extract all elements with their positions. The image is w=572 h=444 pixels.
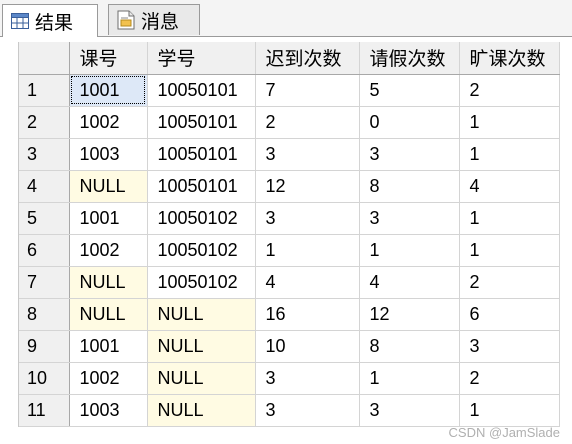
table-cell[interactable]: 3 <box>255 394 360 427</box>
table-cell[interactable]: 7 <box>255 74 360 107</box>
row-number[interactable]: 9 <box>19 330 70 363</box>
table-cell[interactable]: 4 <box>255 266 360 299</box>
table-cell[interactable]: NULL <box>147 362 256 395</box>
table-row[interactable]: 5 1001 10050102 3 3 1 <box>19 202 560 235</box>
row-number[interactable]: 2 <box>19 106 70 139</box>
table-cell[interactable]: 10050101 <box>147 106 256 139</box>
table-cell[interactable]: NULL <box>147 394 256 427</box>
table-cell[interactable]: 1 <box>359 362 460 395</box>
row-number[interactable]: 6 <box>19 234 70 267</box>
table-row[interactable]: 9 1001 NULL 10 8 3 <box>19 330 560 363</box>
grid-body: 1 1001 10050101 7 5 2 2 1002 10050101 2 0 1 3 1003 100… <box>19 74 560 427</box>
grid-icon <box>11 13 29 29</box>
watermark: CSDN @JamSlade <box>448 425 560 440</box>
table-row[interactable]: 8 NULL NULL 16 12 6 <box>19 298 560 331</box>
column-header[interactable]: 迟到次数 <box>255 42 360 75</box>
table-cell[interactable]: NULL <box>147 298 256 331</box>
column-header[interactable]: 学号 <box>147 42 256 75</box>
table-cell[interactable]: 8 <box>359 330 460 363</box>
column-header[interactable]: 请假次数 <box>359 42 460 75</box>
tab-results-label: 结果 <box>35 12 74 34</box>
table-cell[interactable]: NULL <box>69 170 148 203</box>
table-cell[interactable]: 2 <box>255 106 360 139</box>
header-row: 课号 学号 迟到次数 请假次数 旷课次数 <box>19 42 560 75</box>
table-row[interactable]: 7 NULL 10050102 4 4 2 <box>19 266 560 299</box>
table-cell[interactable]: 1002 <box>69 106 148 139</box>
table-cell[interactable]: 10050102 <box>147 234 256 267</box>
table-cell[interactable]: 1 <box>359 234 460 267</box>
results-grid: 课号 学号 迟到次数 请假次数 旷课次数 1 1001 10050101 7 5 2 2 10… <box>18 42 560 427</box>
table-row[interactable]: 4 NULL 10050101 12 8 4 <box>19 170 560 203</box>
row-number[interactable]: 10 <box>19 362 70 395</box>
column-header[interactable]: 旷课次数 <box>459 42 560 75</box>
table-cell[interactable]: 1003 <box>69 138 148 171</box>
corner-cell[interactable] <box>19 42 70 75</box>
table-cell[interactable]: 3 <box>255 138 360 171</box>
table-cell[interactable]: NULL <box>69 298 148 331</box>
column-header[interactable]: 课号 <box>69 42 148 75</box>
table-row[interactable]: 11 1003 NULL 3 3 1 <box>19 394 560 427</box>
table-cell[interactable]: 3 <box>255 202 360 235</box>
table-cell[interactable]: 10050101 <box>147 74 256 107</box>
table-cell[interactable]: 12 <box>359 298 460 331</box>
table-cell[interactable]: 2 <box>459 74 560 107</box>
table-cell[interactable]: 1002 <box>69 234 148 267</box>
table-cell[interactable]: 10050102 <box>147 202 256 235</box>
table-cell[interactable]: 2 <box>459 266 560 299</box>
results-tab-bar: 结果 消息 <box>0 0 572 37</box>
row-number[interactable]: 1 <box>19 74 70 107</box>
table-cell[interactable]: NULL <box>69 266 148 299</box>
table-row[interactable]: 10 1002 NULL 3 1 2 <box>19 362 560 395</box>
table-cell[interactable]: 4 <box>459 170 560 203</box>
table-cell[interactable]: 1001 <box>69 74 148 107</box>
table-cell[interactable]: 10050102 <box>147 266 256 299</box>
row-number[interactable]: 7 <box>19 266 70 299</box>
tab-messages[interactable]: 消息 <box>108 4 200 35</box>
table-cell[interactable]: 10050101 <box>147 170 256 203</box>
table-cell[interactable]: NULL <box>147 330 256 363</box>
row-number[interactable]: 8 <box>19 298 70 331</box>
table-cell[interactable]: 12 <box>255 170 360 203</box>
table-cell[interactable]: 1001 <box>69 202 148 235</box>
table-row[interactable]: 3 1003 10050101 3 3 1 <box>19 138 560 171</box>
table-cell[interactable]: 2 <box>459 362 560 395</box>
table-cell[interactable]: 1003 <box>69 394 148 427</box>
table-cell[interactable]: 3 <box>459 330 560 363</box>
table-cell[interactable]: 3 <box>359 394 460 427</box>
table-cell[interactable]: 1 <box>255 234 360 267</box>
row-number[interactable]: 3 <box>19 138 70 171</box>
table-cell[interactable]: 1002 <box>69 362 148 395</box>
table-cell[interactable]: 16 <box>255 298 360 331</box>
table-row[interactable]: 2 1002 10050101 2 0 1 <box>19 106 560 139</box>
table-cell[interactable]: 10050101 <box>147 138 256 171</box>
table-cell[interactable]: 1 <box>459 394 560 427</box>
table-row[interactable]: 6 1002 10050102 1 1 1 <box>19 234 560 267</box>
table-cell[interactable]: 4 <box>359 266 460 299</box>
table-cell[interactable]: 6 <box>459 298 560 331</box>
table-row[interactable]: 1 1001 10050101 7 5 2 <box>19 74 560 107</box>
results-table: 课号 学号 迟到次数 请假次数 旷课次数 1 1001 10050101 7 5 2 2 10… <box>19 42 560 427</box>
table-cell[interactable]: 5 <box>359 74 460 107</box>
table-cell[interactable]: 1 <box>459 234 560 267</box>
table-cell[interactable]: 1 <box>459 138 560 171</box>
message-icon <box>117 10 135 30</box>
row-number[interactable]: 4 <box>19 170 70 203</box>
table-cell[interactable]: 3 <box>359 138 460 171</box>
tab-results[interactable]: 结果 <box>2 4 98 37</box>
row-number[interactable]: 5 <box>19 202 70 235</box>
table-cell[interactable]: 1 <box>459 202 560 235</box>
table-cell[interactable]: 0 <box>359 106 460 139</box>
table-cell[interactable]: 10 <box>255 330 360 363</box>
row-number[interactable]: 11 <box>19 394 70 427</box>
table-cell[interactable]: 1001 <box>69 330 148 363</box>
table-cell[interactable]: 8 <box>359 170 460 203</box>
table-cell[interactable]: 3 <box>255 362 360 395</box>
tab-messages-label: 消息 <box>141 11 180 33</box>
table-cell[interactable]: 1 <box>459 106 560 139</box>
table-cell[interactable]: 3 <box>359 202 460 235</box>
